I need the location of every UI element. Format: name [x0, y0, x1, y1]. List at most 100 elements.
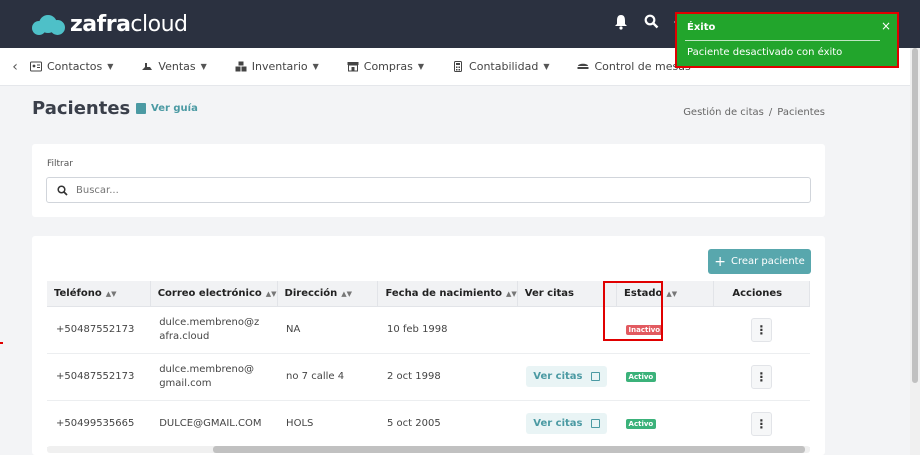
menu-item-control-mesas[interactable]: Control de mesas — [577, 60, 691, 73]
filter-card: Filtrar — [32, 144, 825, 217]
breadcrumb: Gestión de citas / Pacientes — [683, 107, 825, 118]
menu-label: Inventario — [251, 60, 308, 73]
highlight-mark — [0, 342, 3, 344]
calculator-icon — [452, 61, 464, 72]
inventory-icon — [235, 61, 247, 72]
sort-icon[interactable]: ▲▼ — [341, 290, 352, 298]
create-patient-label: Crear paciente — [730, 256, 805, 267]
logo[interactable]: zafracloud — [32, 8, 188, 40]
menu-label: Compras — [363, 60, 413, 73]
patients-table: Teléfono ▲▼ Correo electrónico ▲▼ Direcció… — [47, 281, 810, 448]
search-icon[interactable] — [644, 14, 660, 30]
table-header-row: Teléfono ▲▼ Correo electrónico ▲▼ Direcció… — [47, 281, 810, 307]
brand-name: zafracloud — [70, 11, 188, 37]
breadcrumb-item-pacientes: Pacientes — [777, 107, 825, 118]
cell-address: no 7 calle 4 — [277, 353, 378, 401]
breadcrumb-separator: / — [768, 107, 773, 118]
search-icon — [57, 181, 68, 200]
toast-divider — [685, 40, 880, 41]
menu-label: Contactos — [47, 60, 103, 73]
view-appointments-button[interactable]: Ver citas — [526, 413, 607, 434]
cell-birthdate: 2 oct 1998 — [377, 353, 518, 401]
chevron-down-icon: ▼ — [543, 62, 550, 71]
view-guide-label: Ver guía — [151, 103, 198, 114]
sort-icon[interactable]: ▲▼ — [506, 290, 517, 298]
close-icon[interactable]: × — [881, 19, 891, 33]
sales-icon — [141, 61, 153, 72]
menu-item-contactos[interactable]: Contactos ▼ — [30, 60, 113, 73]
chevron-down-icon: ▼ — [312, 62, 319, 71]
store-icon — [347, 61, 359, 72]
cell-actions: ⋮ — [713, 306, 810, 354]
menu-label: Ventas — [158, 60, 196, 73]
external-link-icon — [590, 419, 600, 428]
vertical-scrollbar-thumb[interactable] — [912, 48, 918, 383]
create-patient-button[interactable]: + Crear paciente — [708, 249, 811, 274]
menu-item-contabilidad[interactable]: Contabilidad ▼ — [452, 60, 549, 73]
breadcrumb-item-gestion[interactable]: Gestión de citas — [683, 107, 764, 118]
view-guide-link[interactable]: Ver guía — [136, 103, 198, 114]
search-box[interactable] — [46, 177, 811, 203]
cell-actions: ⋮ — [713, 400, 810, 448]
row-actions-button[interactable]: ⋮ — [750, 364, 772, 389]
menu-scroll-left-icon[interactable]: ‹ — [0, 59, 30, 75]
cell-email: DULCE@GMAIL.COM — [150, 400, 278, 448]
toast-title: Éxito — [687, 22, 716, 33]
menu-item-compras[interactable]: Compras ▼ — [347, 60, 424, 73]
row-actions-button[interactable]: ⋮ — [750, 317, 772, 342]
chevron-down-icon: ▼ — [200, 62, 207, 71]
cell-email: dulce.membreno@z afra.cloud — [150, 306, 278, 354]
external-link-icon — [590, 372, 600, 381]
column-header-birthdate[interactable]: Fecha de nacimiento ▲▼ — [377, 281, 518, 307]
cloud-logo-icon — [32, 13, 66, 35]
sort-icon[interactable]: ▲▼ — [106, 290, 117, 298]
row-actions-button[interactable]: ⋮ — [750, 411, 772, 436]
cell-phone: +50487552173 — [47, 306, 151, 354]
vertical-scrollbar[interactable] — [910, 48, 920, 455]
column-header-actions: Acciones — [713, 281, 810, 307]
sort-icon[interactable]: ▲▼ — [666, 290, 677, 298]
cell-address: HOLS — [277, 400, 378, 448]
menu-item-inventario[interactable]: Inventario ▼ — [235, 60, 319, 73]
horizontal-scrollbar[interactable] — [47, 446, 810, 453]
menu-label: Contabilidad — [469, 60, 539, 73]
plus-icon: + — [714, 253, 726, 270]
toast-message: Paciente desactivado con éxito — [687, 47, 843, 58]
cell-phone: +50487552173 — [47, 353, 151, 401]
column-header-address[interactable]: Dirección ▲▼ — [277, 281, 379, 307]
filter-label: Filtrar — [47, 159, 73, 169]
horizontal-scrollbar-thumb[interactable] — [213, 446, 805, 453]
tables-icon — [577, 61, 589, 72]
cell-citas: Ver citas — [517, 400, 617, 448]
bell-icon[interactable] — [614, 14, 630, 30]
menu-item-ventas[interactable]: Ventas ▼ — [141, 60, 207, 73]
sort-icon[interactable]: ▲▼ — [266, 290, 277, 298]
table-row: +50499535665 DULCE@GMAIL.COM HOLS 5 oct … — [47, 400, 810, 448]
status-badge: Activo — [625, 372, 657, 382]
column-header-phone[interactable]: Teléfono ▲▼ — [47, 281, 151, 307]
column-header-email[interactable]: Correo electrónico ▲▼ — [150, 281, 278, 307]
cell-birthdate: 10 feb 1998 — [377, 306, 518, 354]
cell-birthdate: 5 oct 2005 — [377, 400, 518, 448]
cell-email: dulce.membreno@ gmail.com — [150, 353, 278, 401]
cell-actions: ⋮ — [713, 353, 810, 401]
table-row: +50487552173 dulce.membreno@z afra.cloud … — [47, 306, 810, 354]
search-input[interactable] — [76, 184, 776, 196]
status-highlight-box — [603, 281, 663, 341]
cell-status: Activo — [616, 353, 714, 401]
page-title: Pacientes — [32, 98, 131, 119]
chevron-down-icon: ▼ — [417, 62, 425, 71]
column-header-citas: Ver citas — [517, 281, 618, 307]
chevron-down-icon: ▼ — [107, 62, 114, 71]
cell-phone: +50499535665 — [47, 400, 151, 448]
cell-address: NA — [277, 306, 378, 354]
success-toast: Éxito × Paciente desactivado con éxito — [675, 12, 899, 68]
table-row: +50487552173 dulce.membreno@ gmail.com no… — [47, 353, 810, 401]
cell-status: Activo — [616, 400, 714, 448]
cell-citas — [517, 306, 617, 354]
view-appointments-button[interactable]: Ver citas — [526, 366, 607, 387]
cell-citas: Ver citas — [517, 353, 617, 401]
patients-table-card: + Crear paciente Teléfono ▲▼ Correo elect… — [32, 236, 825, 455]
status-badge: Activo — [625, 419, 657, 429]
contacts-icon — [30, 61, 42, 72]
